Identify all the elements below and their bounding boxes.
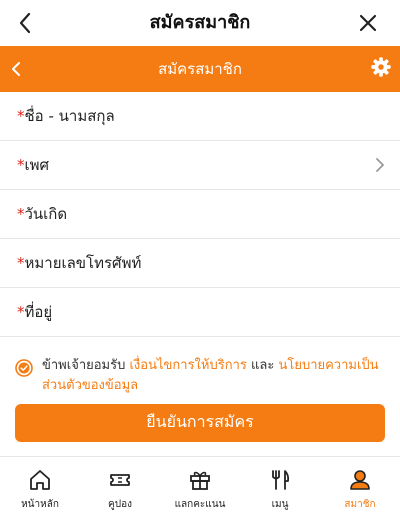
name-field-text: ชื่อ - นามสกุล: [24, 107, 115, 125]
tab-redeem-label: แลกคะแนน: [174, 499, 226, 510]
tab-coupon[interactable]: คูปอง: [80, 457, 160, 520]
required-mark: *: [17, 107, 25, 125]
close-button[interactable]: [356, 11, 380, 35]
sub-header-title: สมัครสมาชิก: [158, 60, 242, 78]
birthdate-field-label: *วันเกิด: [17, 190, 67, 238]
birthdate-field-text: วันเกิด: [24, 205, 68, 223]
address-field[interactable]: *ที่อยู่: [0, 288, 400, 337]
name-field-label: *ชื่อ - นามสกุล: [17, 92, 115, 140]
user-icon: [350, 470, 370, 490]
tab-menu-label: เมนู: [271, 499, 289, 510]
tab-redeem-points[interactable]: แลกคะแนน: [160, 457, 240, 520]
phone-field-text: หมายเลขโทรศัพท์: [24, 254, 142, 272]
submit-registration-button[interactable]: ยืนยันการสมัคร: [15, 404, 385, 442]
tab-coupon-label: คูปอง: [108, 499, 132, 510]
consent-text: ข้าพเจ้ายอมรับ เงื่อนไขการให้บริการ และ …: [42, 356, 392, 396]
gender-field-text: เพศ: [24, 156, 50, 174]
phone-field-label: *หมายเลขโทรศัพท์: [17, 239, 141, 287]
consent-prefix: ข้าพเจ้ายอมรับ: [42, 358, 130, 373]
terms-link[interactable]: เงื่อนไขการให้บริการ: [129, 358, 246, 373]
sub-header-bar: สมัครสมาชิก: [0, 46, 400, 92]
required-mark: *: [17, 156, 25, 174]
consent-checkbox[interactable]: [15, 359, 33, 377]
required-mark: *: [17, 303, 25, 321]
page-title: สมัครสมาชิก: [149, 12, 251, 33]
gender-select[interactable]: *เพศ: [0, 141, 400, 190]
ticket-icon: [110, 474, 130, 486]
consent-and: และ: [246, 358, 279, 373]
close-icon: [359, 14, 377, 32]
gender-field-label: *เพศ: [17, 141, 49, 189]
gift-icon: [190, 471, 210, 490]
required-mark: *: [17, 254, 25, 272]
utensils-icon: [272, 470, 290, 490]
tab-member[interactable]: สมาชิก: [320, 457, 400, 520]
chevron-right-icon: [376, 158, 384, 172]
tab-menu[interactable]: เมนู: [240, 457, 320, 520]
address-field-label: *ที่อยู่: [17, 288, 52, 336]
home-icon: [30, 470, 50, 490]
address-field-text: ที่อยู่: [24, 303, 53, 321]
tab-home-label: หน้าหลัก: [21, 499, 59, 510]
top-navigation-bar: สมัครสมาชิก: [0, 0, 400, 46]
name-field[interactable]: *ชื่อ - นามสกุล: [0, 92, 400, 141]
required-mark: *: [17, 205, 25, 223]
tab-member-label: สมาชิก: [344, 499, 376, 510]
bottom-tab-bar: หน้าหลัก คูปอง แลกคะแนน เมนู สมาชิก: [0, 456, 400, 520]
birthdate-field[interactable]: *วันเกิด: [0, 190, 400, 239]
tab-home[interactable]: หน้าหลัก: [0, 457, 80, 520]
phone-field[interactable]: *หมายเลขโทรศัพท์: [0, 239, 400, 288]
gear-icon[interactable]: [370, 56, 392, 78]
